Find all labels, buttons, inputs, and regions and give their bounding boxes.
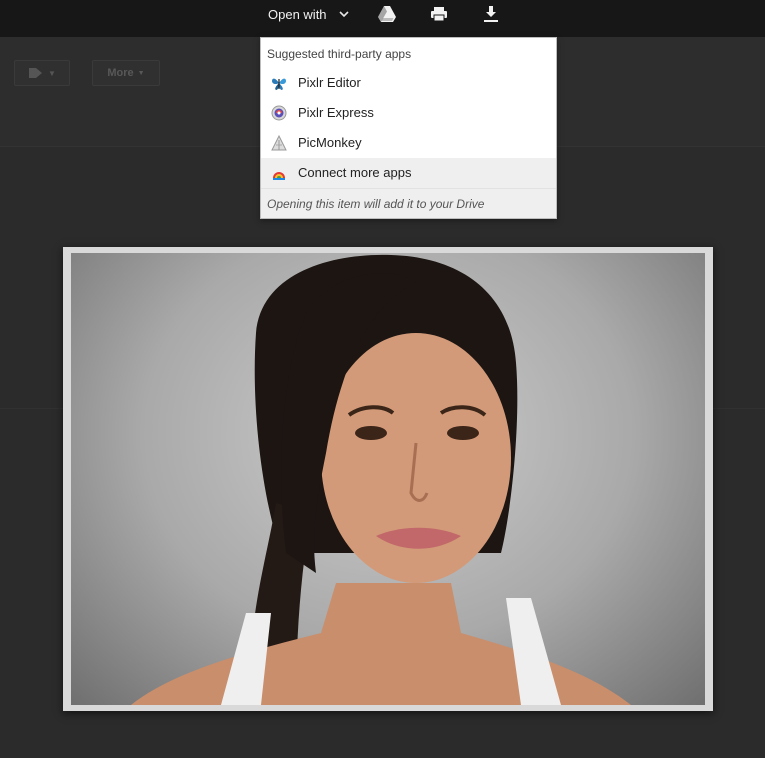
print-icon[interactable] [429,4,449,24]
menu-item-label: Pixlr Express [298,105,374,120]
menu-item-label: Pixlr Editor [298,75,361,90]
menu-item-connect-more-apps[interactable]: Connect more apps [261,158,556,188]
menu-item-label: PicMonkey [298,135,362,150]
pixlr-express-icon [271,105,287,121]
connect-apps-icon [273,172,285,180]
menu-header: Suggested third-party apps [267,47,412,61]
more-button-label: More [107,67,134,79]
download-icon[interactable] [481,4,501,24]
open-with-label: Open with [268,6,327,22]
label-button[interactable]: ▼ [14,60,70,86]
pixlr-editor-icon [272,78,286,90]
menu-footer: Opening this item will add it to your Dr… [261,188,556,218]
menu-item-pixlr-editor[interactable]: Pixlr Editor [261,68,556,98]
menu-item-pixlr-express[interactable]: Pixlr Express [261,98,556,128]
viewer-toolbar: Open with [0,0,765,37]
menu-item-label: Connect more apps [298,165,412,180]
image-preview [63,247,713,711]
menu-footer-note: Opening this item will add it to your Dr… [267,197,485,211]
google-drive-icon[interactable] [377,4,397,24]
chevron-down-icon [338,11,349,18]
tag-icon [29,68,43,78]
portrait-photo [71,253,705,705]
open-with-menu: Suggested third-party apps Pixlr Editor … [260,37,557,219]
more-button[interactable]: More ▼ [92,60,160,86]
open-with-button[interactable]: Open with [256,0,363,28]
menu-item-picmonkey[interactable]: PicMonkey [261,128,556,158]
picmonkey-icon [271,135,287,151]
